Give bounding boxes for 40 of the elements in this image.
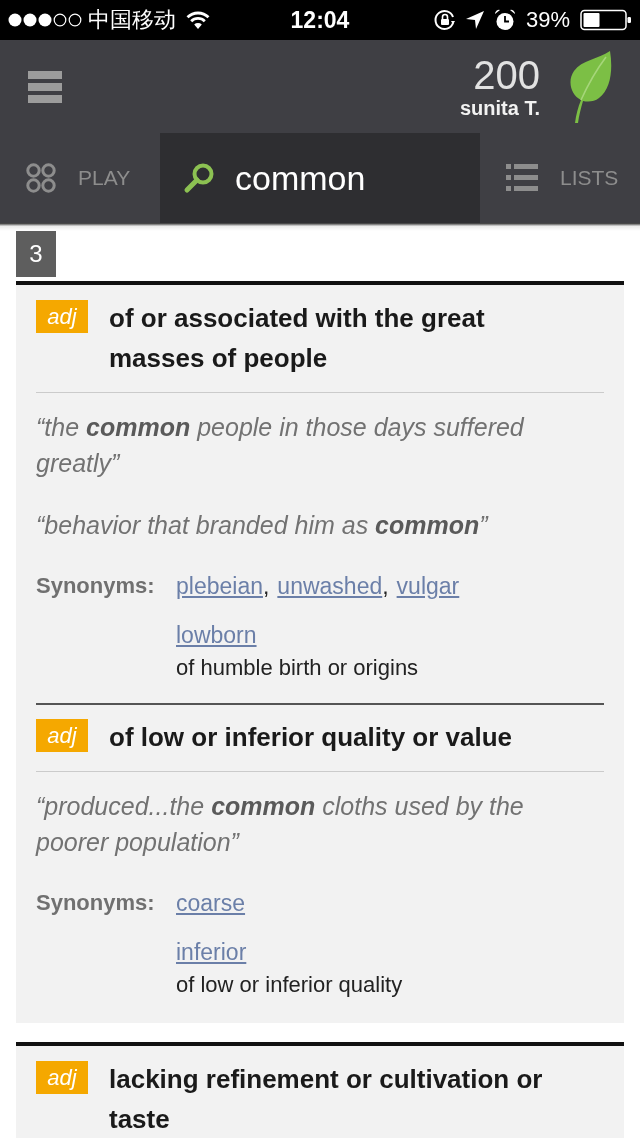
play-tab[interactable]: PLAY <box>0 133 160 223</box>
example-sentence: “the common people in those days suffered greatly” <box>36 412 526 479</box>
definition: of low or inferior quality or value <box>109 721 513 754</box>
part-of-speech-tag: adj <box>36 719 88 752</box>
synonym-link[interactable]: vulgar <box>396 568 460 604</box>
synonyms-label: Synonyms: <box>36 889 156 917</box>
lists-tab[interactable]: LISTS <box>480 133 640 223</box>
list-icon <box>506 164 538 192</box>
search-tab[interactable]: common <box>160 133 480 223</box>
wifi-icon <box>186 11 210 29</box>
rings-grid-icon <box>26 163 56 193</box>
alarm-clock-icon <box>493 9 516 31</box>
synonym-gloss: of low or inferior quality <box>176 971 403 999</box>
definition: lacking refinement or cultivation or taste <box>109 1063 544 1136</box>
definition: of or associated with the great masses of people <box>109 302 486 375</box>
example-sentence: “behavior that branded him as common” <box>36 510 490 541</box>
synonym-link[interactable]: plebeian <box>176 568 263 604</box>
synonyms-label: Synonyms: <box>36 572 156 600</box>
menu-icon[interactable] <box>28 70 62 103</box>
example-sentence: “produced...the common cloths used by the poorer population” <box>36 791 525 858</box>
sense-number: 3 <box>16 231 56 277</box>
location-arrow-icon <box>465 11 484 29</box>
battery-icon <box>580 9 632 31</box>
battery-percent: 39% <box>525 7 570 33</box>
synonym-separator: , <box>262 572 270 601</box>
synonym-separator: , <box>382 572 389 601</box>
synonym-gloss: of humble birth or origins <box>176 654 420 682</box>
user-name: sunita T. <box>460 95 540 120</box>
synonym-link[interactable]: inferior <box>176 934 247 970</box>
part-of-speech-tag: adj <box>36 1061 88 1094</box>
rotation-lock-icon <box>433 9 456 31</box>
signal-dots-icon <box>8 13 82 27</box>
synonym-link[interactable]: coarse <box>176 885 246 921</box>
status-time: 12:04 <box>290 7 350 33</box>
carrier-name: 中国移动 <box>88 7 176 33</box>
part-of-speech-tag: adj <box>36 300 88 333</box>
synonym-link[interactable]: lowborn <box>176 617 257 653</box>
score: 200 <box>473 53 540 96</box>
search-icon <box>183 162 215 194</box>
synonym-link[interactable]: unwashed <box>277 568 383 604</box>
